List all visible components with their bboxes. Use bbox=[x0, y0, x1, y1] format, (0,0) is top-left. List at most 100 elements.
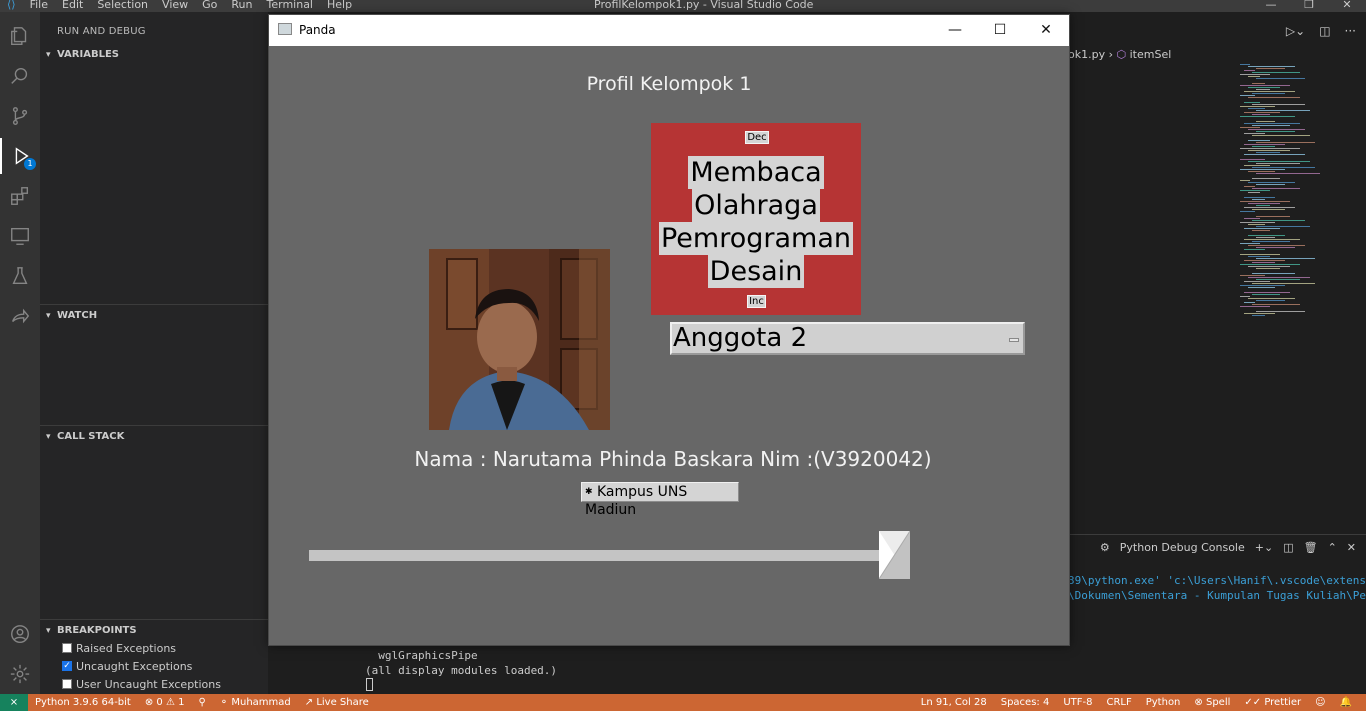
feedback-icon[interactable]: ☺ bbox=[1315, 694, 1325, 711]
breakpoint-raised-exceptions[interactable]: Raised Exceptions bbox=[62, 639, 176, 657]
run-debug-sidebar: RUN AND DEBUG ▾ VARIABLES ▾ WATCH ▾ CALL ST… bbox=[40, 12, 268, 694]
close-panel-icon[interactable]: ✕ bbox=[1347, 541, 1356, 554]
menu-run[interactable]: Run bbox=[224, 0, 259, 10]
notifications-bell-icon[interactable]: 🔔 bbox=[1340, 694, 1352, 711]
minimap-line bbox=[1244, 302, 1255, 303]
gear-icon[interactable]: ⚙ bbox=[1100, 541, 1110, 554]
breadcrumb-file[interactable]: ok1.py bbox=[1068, 48, 1105, 61]
panda-app-icon bbox=[278, 23, 292, 35]
slider-track[interactable] bbox=[309, 550, 882, 561]
minimap-line bbox=[1240, 275, 1265, 276]
list-item: Membaca bbox=[688, 156, 824, 189]
testing-icon[interactable] bbox=[0, 258, 40, 294]
menu-view[interactable]: View bbox=[155, 0, 195, 10]
prettier-status[interactable]: ✓✓ Prettier bbox=[1244, 694, 1301, 711]
breakpoint-uncaught-exceptions[interactable]: ✓ Uncaught Exceptions bbox=[62, 657, 192, 675]
restore-icon[interactable]: ❐ bbox=[1290, 0, 1328, 10]
menu-help[interactable]: Help bbox=[320, 0, 359, 10]
minimize-icon[interactable]: — bbox=[932, 19, 978, 41]
uncaught-exceptions-checkbox[interactable]: ✓ bbox=[62, 661, 72, 671]
accounts-icon[interactable] bbox=[0, 616, 40, 652]
source-control-icon[interactable] bbox=[0, 98, 40, 134]
spell-label: Spell bbox=[1205, 697, 1231, 708]
chevron-right-icon: › bbox=[1108, 48, 1117, 61]
option-selected-label: Anggota 2 bbox=[673, 323, 808, 353]
dropdown-indicator-icon bbox=[1009, 338, 1019, 342]
maximize-panel-icon[interactable]: ⌃ bbox=[1328, 541, 1337, 554]
slider-thumb[interactable] bbox=[879, 531, 910, 579]
close-icon[interactable]: ✕ bbox=[1328, 0, 1366, 10]
explorer-icon[interactable] bbox=[0, 18, 40, 54]
section-variables[interactable]: ▾ VARIABLES bbox=[40, 44, 268, 66]
run-debug-icon[interactable]: 1 bbox=[0, 138, 40, 174]
new-terminal-icon[interactable]: +⌄ bbox=[1255, 541, 1273, 554]
python-interpreter[interactable]: Python 3.9.6 64-bit bbox=[35, 694, 131, 711]
maximize-icon[interactable]: ☐ bbox=[977, 19, 1023, 41]
breadcrumb-symbol[interactable]: itemSel bbox=[1130, 48, 1172, 61]
remote-icon[interactable]: ⨯ bbox=[0, 694, 28, 711]
minimap-line bbox=[1240, 85, 1290, 86]
live-share-icon[interactable] bbox=[0, 298, 40, 334]
indentation[interactable]: Spaces: 4 bbox=[1001, 694, 1050, 711]
minimap-line bbox=[1240, 201, 1290, 202]
minimap-line bbox=[1244, 91, 1295, 92]
minimap-line bbox=[1248, 161, 1310, 162]
minimap-line bbox=[1248, 235, 1285, 236]
split-editor-icon[interactable]: ◫ bbox=[1319, 24, 1330, 38]
minimap-line bbox=[1248, 171, 1275, 172]
minimap-line bbox=[1244, 133, 1265, 134]
minimap-line bbox=[1252, 304, 1300, 305]
minimap[interactable] bbox=[1240, 62, 1352, 322]
run-file-icon[interactable]: ▷⌄ bbox=[1286, 24, 1305, 38]
raised-exceptions-checkbox[interactable] bbox=[62, 643, 72, 653]
section-watch[interactable]: ▾ WATCH bbox=[40, 304, 268, 326]
menu-edit[interactable]: Edit bbox=[55, 0, 90, 10]
minimap-line bbox=[1256, 78, 1305, 79]
live-share-status[interactable]: ↗ Live Share bbox=[305, 694, 369, 711]
panel-title[interactable]: Python Debug Console bbox=[1120, 541, 1245, 554]
split-terminal-icon[interactable]: ◫ bbox=[1283, 541, 1293, 554]
minimap-line bbox=[1256, 173, 1320, 174]
end-of-line[interactable]: CRLF bbox=[1106, 694, 1131, 711]
minimap-line bbox=[1240, 264, 1300, 265]
prettier-label: Prettier bbox=[1264, 697, 1302, 708]
chevron-down-icon: ▾ bbox=[46, 311, 51, 321]
section-breakpoints[interactable]: ▾ BREAKPOINTS bbox=[40, 619, 268, 641]
close-icon[interactable]: ✕ bbox=[1023, 19, 1069, 41]
minimap-line bbox=[1244, 154, 1305, 155]
menu-selection[interactable]: Selection bbox=[90, 0, 155, 10]
encoding[interactable]: UTF-8 bbox=[1063, 694, 1092, 711]
more-actions-icon[interactable]: ··· bbox=[1345, 24, 1356, 38]
user-name: Muhammad bbox=[231, 697, 291, 708]
manage-gear-icon[interactable] bbox=[0, 656, 40, 692]
live-share-user[interactable]: ⚬ Muhammad bbox=[220, 694, 291, 711]
status-right: Ln 91, Col 28 Spaces: 4 UTF-8 CRLF Pytho… bbox=[921, 694, 1352, 711]
member-option-menu[interactable]: Anggota 2 bbox=[670, 322, 1025, 355]
minimize-icon[interactable]: — bbox=[1252, 0, 1290, 10]
minimap-line bbox=[1240, 306, 1270, 307]
menu-go[interactable]: Go bbox=[195, 0, 224, 10]
menu-file[interactable]: File bbox=[23, 0, 55, 10]
inc-button[interactable]: Inc bbox=[747, 295, 766, 308]
search-icon[interactable] bbox=[0, 58, 40, 94]
breakpoint-user-uncaught-exceptions[interactable]: User Uncaught Exceptions bbox=[62, 675, 221, 693]
section-call-stack[interactable]: ▾ CALL STACK bbox=[40, 425, 268, 447]
extensions-icon[interactable] bbox=[0, 178, 40, 214]
kampus-radio-button[interactable]: ✱ Kampus UNS Madiun bbox=[581, 482, 739, 518]
minimap-line bbox=[1240, 254, 1280, 255]
problems-count[interactable]: ⊗ 0 ⚠ 1 bbox=[145, 694, 185, 711]
minimap-line bbox=[1248, 298, 1295, 299]
minimap-line bbox=[1256, 279, 1300, 280]
dec-button[interactable]: Dec bbox=[745, 131, 769, 144]
trash-icon[interactable]: 🗑 bbox=[1304, 541, 1318, 554]
menu-terminal[interactable]: Terminal bbox=[260, 0, 321, 10]
remote-explorer-icon[interactable] bbox=[0, 218, 40, 254]
user-uncaught-exceptions-checkbox[interactable] bbox=[62, 679, 72, 689]
cursor-position[interactable]: Ln 91, Col 28 bbox=[921, 694, 987, 711]
spell-status[interactable]: ⊗ Spell bbox=[1194, 694, 1230, 711]
terminal-cursor bbox=[366, 678, 373, 691]
language-mode[interactable]: Python bbox=[1146, 694, 1181, 711]
section-watch-label: WATCH bbox=[57, 310, 98, 321]
debug-icon[interactable]: ⚲ bbox=[198, 694, 205, 711]
minimap-line bbox=[1252, 220, 1305, 221]
